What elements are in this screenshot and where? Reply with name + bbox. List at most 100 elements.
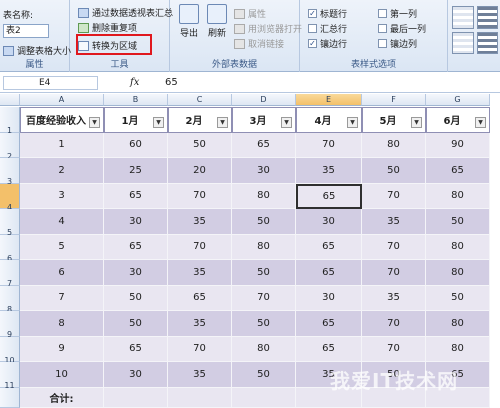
table-cell[interactable]: 35 bbox=[362, 209, 426, 235]
table-cell[interactable]: 10 bbox=[20, 362, 104, 388]
table-cell[interactable]: 65 bbox=[426, 158, 490, 184]
table-cell[interactable]: 3 bbox=[20, 183, 104, 209]
table-cell[interactable]: 70 bbox=[168, 183, 232, 209]
resize-table-button[interactable]: 调整表格大小 bbox=[3, 44, 71, 57]
table-cell[interactable]: 80 bbox=[232, 336, 296, 362]
table-header-cell[interactable]: 1月 ▼ bbox=[104, 107, 168, 133]
table-cell[interactable]: 50 bbox=[426, 285, 490, 311]
filter-dropdown-icon[interactable]: ▼ bbox=[475, 117, 486, 128]
last-column-checkbox[interactable]: 最后一列 bbox=[378, 22, 426, 35]
table-cell[interactable]: 30 bbox=[296, 285, 362, 311]
table-header-cell[interactable]: 百度经验收入 ▼ bbox=[20, 107, 104, 133]
function-icon[interactable]: fx bbox=[130, 77, 139, 88]
table-cell[interactable]: 70 bbox=[362, 260, 426, 286]
filter-dropdown-icon[interactable]: ▼ bbox=[411, 117, 422, 128]
filter-dropdown-icon[interactable]: ▼ bbox=[347, 117, 358, 128]
table-cell[interactable]: 50 bbox=[104, 285, 168, 311]
column-header-e[interactable]: E bbox=[296, 94, 362, 106]
table-cell[interactable]: 30 bbox=[296, 209, 362, 235]
table-cell[interactable]: 50 bbox=[168, 132, 232, 158]
table-cell[interactable]: 30 bbox=[104, 362, 168, 388]
table-cell[interactable]: 7 bbox=[20, 285, 104, 311]
filter-dropdown-icon[interactable]: ▼ bbox=[153, 117, 164, 128]
filter-dropdown-icon[interactable]: ▼ bbox=[89, 117, 100, 128]
row-header[interactable] bbox=[0, 387, 20, 408]
row-header[interactable]: 10 bbox=[0, 336, 20, 365]
table-cell[interactable]: 5 bbox=[20, 234, 104, 260]
table-cell[interactable]: 65 bbox=[104, 336, 168, 362]
table-cell[interactable]: 80 bbox=[362, 132, 426, 158]
table-cell[interactable]: 50 bbox=[426, 209, 490, 235]
table-style-swatch[interactable] bbox=[476, 6, 498, 29]
banded-rows-checkbox[interactable]: ✓ 镶边行 bbox=[308, 37, 347, 50]
table-cell[interactable]: 70 bbox=[168, 234, 232, 260]
table-cell[interactable]: 70 bbox=[362, 336, 426, 362]
table-cell[interactable]: 35 bbox=[168, 311, 232, 337]
table-cell[interactable]: 25 bbox=[104, 158, 168, 184]
table-cell[interactable]: 30 bbox=[104, 260, 168, 286]
table-cell[interactable]: 6 bbox=[20, 260, 104, 286]
table-cell[interactable]: 70 bbox=[232, 285, 296, 311]
table-cell[interactable]: 50 bbox=[232, 311, 296, 337]
table-cell[interactable]: 90 bbox=[426, 132, 490, 158]
table-cell[interactable]: 70 bbox=[168, 336, 232, 362]
formula-input[interactable]: 65 bbox=[165, 77, 178, 88]
external-properties-button[interactable]: 属性 bbox=[234, 7, 266, 20]
table-style-swatch[interactable] bbox=[452, 6, 474, 29]
remove-duplicates-button[interactable]: 删除重复项 bbox=[78, 21, 137, 34]
table-cell[interactable]: 50 bbox=[232, 209, 296, 235]
table-cell[interactable]: 35 bbox=[168, 260, 232, 286]
table-cell[interactable]: 9 bbox=[20, 336, 104, 362]
total-cell[interactable] bbox=[104, 387, 168, 408]
table-cell[interactable]: 35 bbox=[168, 209, 232, 235]
refresh-button[interactable]: 刷新 bbox=[202, 4, 232, 39]
table-style-swatch[interactable] bbox=[452, 31, 474, 54]
table-cell[interactable]: 80 bbox=[426, 183, 490, 209]
table-header-cell[interactable]: 4月 ▼ bbox=[296, 107, 362, 133]
table-cell[interactable]: 35 bbox=[296, 158, 362, 184]
table-cell[interactable]: 65 bbox=[296, 234, 362, 260]
table-cell[interactable]: 65 bbox=[232, 132, 296, 158]
filter-dropdown-icon[interactable]: ▼ bbox=[217, 117, 228, 128]
column-header-a[interactable]: A bbox=[20, 94, 104, 106]
table-cell[interactable]: 65 bbox=[104, 234, 168, 260]
table-cell[interactable]: 65 bbox=[296, 183, 362, 209]
table-cell[interactable]: 80 bbox=[232, 234, 296, 260]
table-cell[interactable]: 4 bbox=[20, 209, 104, 235]
total-cell[interactable] bbox=[232, 387, 296, 408]
row-header[interactable]: 2 bbox=[0, 132, 20, 161]
filter-dropdown-icon[interactable]: ▼ bbox=[281, 117, 292, 128]
table-header-cell[interactable]: 6月 ▼ bbox=[426, 107, 490, 133]
table-cell[interactable]: 80 bbox=[426, 336, 490, 362]
pivot-summary-button[interactable]: 通过数据透视表汇总 bbox=[78, 6, 173, 19]
table-cell[interactable]: 80 bbox=[426, 260, 490, 286]
table-cell[interactable]: 80 bbox=[426, 234, 490, 260]
row-header[interactable]: 9 bbox=[0, 311, 20, 339]
row-header[interactable]: 1 bbox=[0, 107, 20, 135]
row-header[interactable]: 5 bbox=[0, 209, 20, 237]
table-cell[interactable]: 20 bbox=[168, 158, 232, 184]
name-box[interactable]: E4 bbox=[3, 76, 98, 90]
row-header[interactable]: 11 bbox=[0, 362, 20, 390]
table-cell[interactable]: 70 bbox=[296, 132, 362, 158]
table-cell[interactable]: 65 bbox=[296, 311, 362, 337]
open-in-browser-button[interactable]: 用浏览器打开 bbox=[234, 22, 302, 35]
table-cell[interactable]: 60 bbox=[104, 132, 168, 158]
total-cell[interactable] bbox=[168, 387, 232, 408]
table-cell[interactable]: 70 bbox=[362, 234, 426, 260]
table-cell[interactable]: 70 bbox=[362, 183, 426, 209]
first-column-checkbox[interactable]: 第一列 bbox=[378, 7, 417, 20]
table-cell[interactable]: 35 bbox=[168, 362, 232, 388]
table-header-cell[interactable]: 5月 ▼ bbox=[362, 107, 426, 133]
table-cell[interactable]: 65 bbox=[296, 336, 362, 362]
table-cell[interactable]: 1 bbox=[20, 132, 104, 158]
total-row-checkbox[interactable]: 汇总行 bbox=[308, 22, 347, 35]
column-header-d[interactable]: D bbox=[232, 94, 296, 106]
table-cell[interactable]: 50 bbox=[232, 260, 296, 286]
row-header[interactable]: 7 bbox=[0, 260, 20, 288]
header-row-checkbox[interactable]: ✓ 标题行 bbox=[308, 7, 347, 20]
table-cell[interactable]: 50 bbox=[362, 158, 426, 184]
table-cell[interactable]: 30 bbox=[232, 158, 296, 184]
column-header-b[interactable]: B bbox=[104, 94, 168, 106]
table-header-cell[interactable]: 3月 ▼ bbox=[232, 107, 296, 133]
